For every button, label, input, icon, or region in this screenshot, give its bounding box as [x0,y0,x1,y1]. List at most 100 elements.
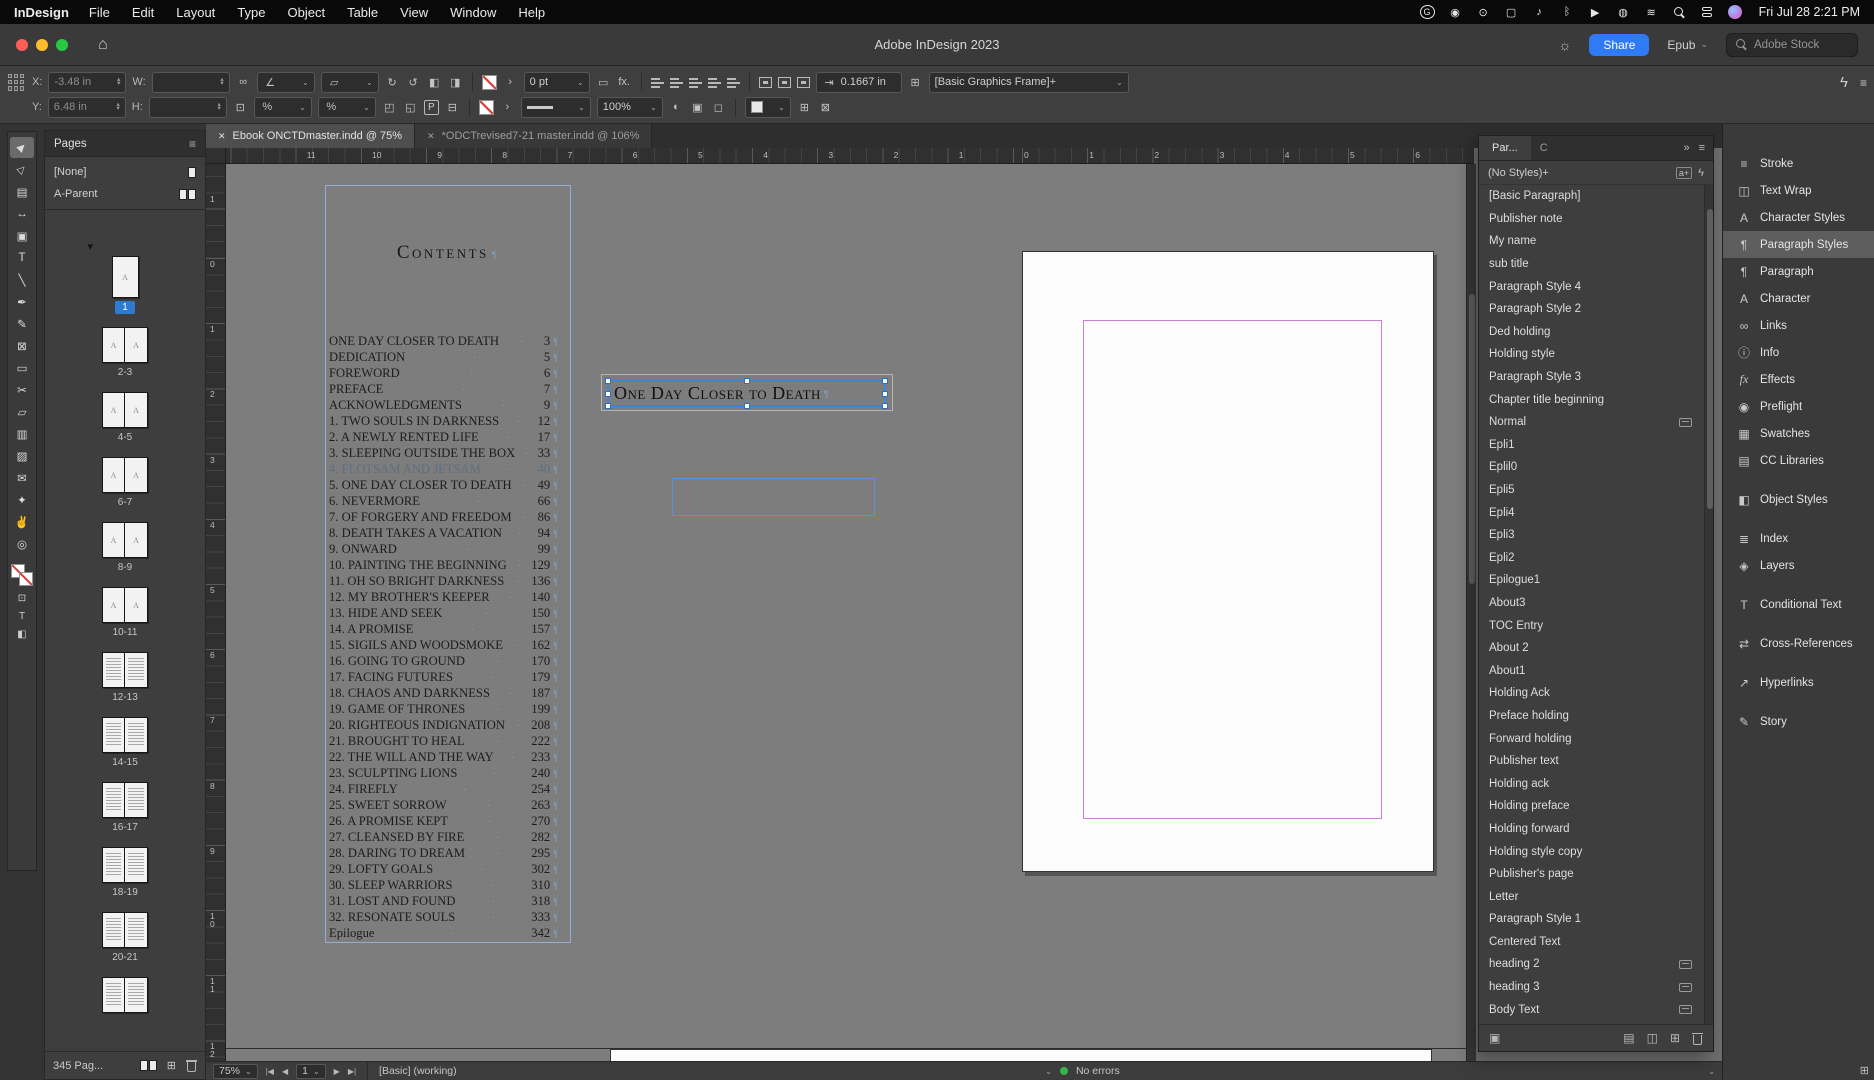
spread-thumbnails[interactable]: AA [102,457,148,493]
y-position-field[interactable]: 6.48 in ▴ ▾ [47,96,126,118]
stepper-icon[interactable]: ▴ ▾ [117,101,120,112]
stepper-icon[interactable]: ▴ ▾ [117,76,120,87]
workspace-switcher[interactable]: Epub ⌄ [1667,38,1708,52]
chevron-down-icon[interactable]: ⌄ [577,78,584,87]
paragraph-style-holding-ack[interactable]: Holding ack [1479,772,1713,795]
chevron-down-icon[interactable]: ⌄ [363,103,370,112]
paragraph-style-holding-forward[interactable]: Holding forward [1479,818,1713,841]
close-icon[interactable]: ✕ [427,131,435,142]
pages-panel-page[interactable]: A A 2-3 [102,327,148,379]
wifi-icon[interactable]: ≋ [1644,4,1659,20]
align-right-icon[interactable] [688,76,702,88]
paragraph-style-heading-2[interactable]: heading 2 [1479,953,1713,976]
dock-panel-cross-references[interactable]: ⇄ Cross-References [1723,630,1874,657]
pages-panel-page[interactable]: 20-21 [102,912,148,964]
pages-panel-page[interactable]: 12-13 [102,652,148,704]
dock-panel-links[interactable]: ∞ Links [1723,312,1874,339]
scale-x-field[interactable]: % ⌄ [253,96,312,118]
zoom-window-button[interactable] [56,38,68,51]
new-style-group-icon[interactable]: ◫ [1647,1031,1658,1045]
page-thumbnail[interactable]: A [111,256,139,298]
spread-thumbnails[interactable] [102,977,148,1013]
width-field[interactable]: ▴ ▾ [151,71,230,93]
hand-tool[interactable]: ✌ [10,511,34,532]
page-thumbnail[interactable] [102,717,125,753]
page-thumbnail[interactable] [125,847,148,883]
wrap-options-icon[interactable]: ⊞ [908,73,923,91]
document-tab[interactable]: ✕ *ODCTrevised7-21 master.indd @ 106% [415,124,653,148]
rotate-cw-icon[interactable]: ↻ [385,73,400,91]
pages-panel-header[interactable]: Pages ≡ [45,131,205,157]
dock-panel-cc-libraries[interactable]: ▤ CC Libraries [1723,447,1874,474]
pages-panel-page[interactable]: A A 10-11 [102,587,148,639]
wrap-object-shape-icon[interactable] [796,76,810,88]
page-thumbnail[interactable]: A [102,392,125,428]
dock-panel-character-styles[interactable]: A Character Styles [1723,204,1874,231]
selection-handle[interactable] [605,378,611,384]
volume-icon[interactable]: ♪ [1532,4,1547,20]
page-thumbnail[interactable] [125,782,148,818]
paragraph-style-publisher-s-page[interactable]: Publisher's page [1479,863,1713,886]
page-number-label[interactable]: 18-19 [109,886,141,899]
paragraph-style-paragraph-style-1[interactable]: Paragraph Style 1 [1479,908,1713,931]
current-style-row[interactable]: (No Styles)+ a+ ϟ [1479,161,1713,185]
rotate-ccw-icon[interactable]: ↺ [406,73,421,91]
selection-handle[interactable] [882,390,888,397]
clear-overrides-icon[interactable]: ▣ [1489,1031,1500,1045]
link-dimensions-icon[interactable]: ⊡ [233,98,248,116]
selection-handle[interactable] [882,403,888,409]
adobe-stock-search[interactable]: Adobe Stock [1726,32,1858,57]
page-thumbnail[interactable]: A [125,457,148,493]
fill-stroke-proxy[interactable] [11,564,33,586]
effects-icon[interactable]: fx. [617,73,632,91]
styles-scrollbar[interactable] [1704,185,1713,1024]
page-number-label[interactable]: 20-21 [109,951,141,964]
flip-vertical-icon[interactable]: ◨ [448,73,463,91]
page-number-field[interactable]: 1 ⌄ [296,1063,326,1079]
pages-panel-page[interactable]: A A 4-5 [102,392,148,444]
paragraph-style-about1[interactable]: About1 [1479,659,1713,682]
delete-page-icon[interactable] [186,1059,197,1072]
tab-character-styles[interactable]: C [1531,136,1557,160]
paragraph-style-sub-title[interactable]: sub title [1479,253,1713,276]
panel-menu-icon[interactable]: ≡ [189,137,196,151]
bluetooth-icon[interactable]: ᛒ [1560,4,1575,20]
stepper-icon[interactable]: ▴ ▾ [218,101,221,112]
preflight-profile[interactable]: [Basic] (working) [379,1065,457,1077]
dock-panel-paragraph[interactable]: ¶ Paragraph [1723,258,1874,285]
paragraph-style-publisher-text[interactable]: Publisher text [1479,750,1713,773]
page-thumbnail[interactable]: A [102,457,125,493]
paragraph-style-holding-style-copy[interactable]: Holding style copy [1479,840,1713,863]
paragraph-style-basic-paragraph[interactable]: [Basic Paragraph] [1479,185,1713,208]
paragraph-style-centered-text[interactable]: Centered Text [1479,931,1713,954]
vertical-ruler[interactable]: 101234567891 01 11 2 [206,164,226,1061]
next-page-button[interactable]: ▶ [334,1067,340,1076]
menu-item-view[interactable]: View [400,5,428,20]
document-canvas[interactable]: Contents ¶ ONE DAY CLOSER TO DEATH · 3 ¶ DEDI… [226,164,1466,1061]
page-thumbnail[interactable] [102,847,125,883]
panel-menu-icon[interactable]: ≡ [1699,142,1705,154]
pages-panel-page[interactable]: 14-15 [102,717,148,769]
scrollbar-thumb[interactable] [1469,294,1475,584]
page-thumbnail[interactable]: A [102,327,125,363]
pages-panel-page[interactable]: A1 [88,240,139,314]
quick-apply-icon[interactable]: ϟ [1840,74,1848,91]
dock-panel-effects[interactable]: fx Effects [1723,366,1874,393]
page-number-label[interactable]: 2-3 [115,366,135,379]
page-thumbnail[interactable] [102,912,125,948]
stroke-weight-field[interactable]: 0 pt ⌄ [523,71,590,93]
wrap-offset-field[interactable]: ⇥ 0.1667 in [815,71,902,93]
menu-item-window[interactable]: Window [450,5,496,20]
next-page-edge[interactable] [610,1049,1432,1061]
style-override-icon[interactable]: a+ [1675,166,1693,179]
chevron-down-icon[interactable]: ⌄ [778,103,785,112]
zoom-tool[interactable]: ◎ [10,533,34,554]
last-page-button[interactable]: ▶| [348,1067,356,1076]
opacity-field[interactable]: 100% ⌄ [596,96,663,118]
new-page-icon[interactable]: ⊞ [167,1059,176,1072]
dock-panel-stroke[interactable]: ≡ Stroke [1723,150,1874,177]
scale-y-field[interactable]: % ⌄ [317,96,376,118]
new-style-icon[interactable]: ⊞ [1670,1031,1680,1045]
page-number-label[interactable]: 16-17 [109,821,141,834]
scissors-tool[interactable]: ✂ [10,379,34,400]
